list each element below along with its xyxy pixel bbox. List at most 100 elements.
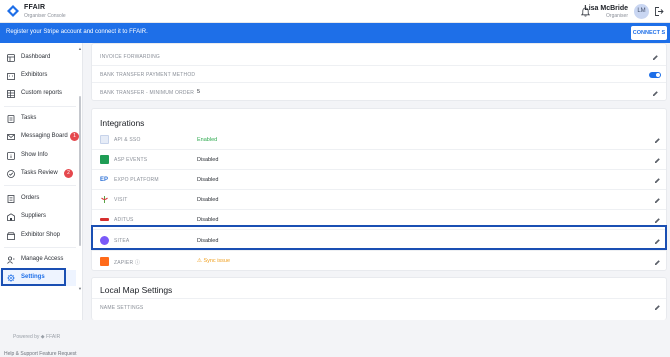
sidebar-scrollbar[interactable]: ▲ ▼	[78, 46, 82, 292]
sidebar-item-label: Manage Access	[21, 256, 64, 262]
sidebar-item-label: Messaging Board	[21, 133, 68, 139]
integration-name: ZAPIER ⓘ	[114, 260, 141, 266]
setting-label: INVOICE FORWARDING	[100, 54, 160, 60]
pencil-icon[interactable]	[654, 157, 661, 164]
divider	[4, 185, 76, 186]
integration-row-zapier[interactable]: ZAPIER ⓘ ⚠ Sync issue	[92, 251, 666, 272]
setting-label: BANK TRANSFER PAYMENT METHOD	[100, 72, 196, 78]
sidebar-item-label: Exhibitor Shop	[21, 232, 61, 238]
ffair-logo-icon[interactable]	[6, 4, 20, 18]
sidebar-item-label: Tasks Review	[21, 170, 58, 176]
sidebar-item-dashboard[interactable]: Dashboard	[0, 50, 76, 66]
suppliers-icon	[7, 213, 15, 221]
logout-icon[interactable]	[654, 6, 664, 17]
pencil-icon[interactable]	[654, 137, 661, 144]
sidebar-item-messaging-board[interactable]: Messaging Board 1	[0, 129, 79, 145]
zapier-icon	[100, 257, 109, 266]
integration-name: API & SSO	[114, 137, 141, 143]
sidebar-item-label: Tasks	[21, 115, 37, 121]
setting-row[interactable]: BANK TRANSFER PAYMENT METHOD	[92, 66, 666, 83]
asp-events-icon	[100, 155, 109, 164]
integration-status: ⚠ Sync issue	[197, 258, 231, 264]
settings-highlight-box	[1, 268, 66, 286]
setting-label: BANK TRANSFER - MINIMUM ORDER	[100, 90, 195, 96]
pencil-icon[interactable]	[654, 217, 661, 224]
aditus-icon	[100, 218, 109, 221]
orders-icon	[7, 195, 15, 203]
tasks-icon	[7, 115, 15, 123]
user-key-icon	[7, 256, 15, 264]
integration-status: Disabled	[197, 177, 219, 183]
sidebar-item-show-info[interactable]: Show Info	[0, 148, 76, 164]
integration-name: EXPO PLATFORM	[114, 177, 159, 183]
integration-row-api-sso[interactable]: API & SSO Enabled	[92, 130, 666, 150]
local-map-title: Local Map Settings	[100, 285, 173, 295]
dashboard-icon	[7, 54, 15, 62]
setting-row[interactable]: INVOICE FORWARDING	[92, 44, 666, 66]
banner-text: Register your Stripe account and connect…	[6, 29, 148, 35]
sidebar-item-tasks[interactable]: Tasks	[0, 111, 76, 127]
sidebar-item-suppliers[interactable]: Suppliers	[0, 209, 76, 225]
pencil-icon[interactable]	[652, 90, 659, 97]
integration-name: ADITUS	[114, 217, 134, 223]
avatar[interactable]: LM	[634, 4, 649, 19]
setting-value: 5	[197, 89, 201, 95]
integration-status: Enabled	[197, 137, 218, 143]
integration-status: Disabled	[197, 157, 219, 163]
sidebar-item-label: Exhibitors	[21, 72, 48, 78]
mail-icon	[7, 134, 15, 140]
integration-name: ASP EVENTS	[114, 157, 148, 163]
integration-row-expo-platform[interactable]: EP EXPO PLATFORM Disabled	[92, 170, 666, 190]
info-icon	[7, 152, 15, 160]
integration-status: Disabled	[197, 197, 219, 203]
divider	[4, 106, 76, 107]
footer-links[interactable]: Help & Support Feature Request	[4, 351, 77, 357]
sidebar-item-manage-access[interactable]: Manage Access	[0, 252, 76, 268]
connect-stripe-button[interactable]: CONNECT S	[631, 26, 667, 40]
sidebar-item-exhibitor-shop[interactable]: Exhibitor Shop	[0, 228, 76, 244]
sidebar-item-label: Suppliers	[21, 213, 47, 219]
sidebar-item-label: Orders	[21, 195, 40, 201]
pencil-icon[interactable]	[654, 177, 661, 184]
pencil-icon[interactable]	[654, 197, 661, 204]
stripe-banner: Register your Stripe account and connect…	[0, 23, 670, 43]
api-sso-icon	[100, 135, 109, 144]
setting-label: NAME SETTINGS	[100, 305, 144, 311]
sidebar-item-custom-reports[interactable]: Custom reports	[0, 86, 76, 102]
integration-row-visit[interactable]: VISIT Disabled	[92, 190, 666, 210]
user-name[interactable]: Lisa McBride	[584, 5, 628, 12]
sidebar-item-tasks-review[interactable]: Tasks Review 2	[0, 166, 76, 182]
brand-subtitle: Organiser Console	[24, 13, 66, 19]
payments-card: INVOICE FORWARDING BANK TRANSFER PAYMENT…	[91, 43, 667, 101]
integration-status: Disabled	[197, 217, 219, 223]
check-circle-icon	[7, 170, 15, 178]
divider	[4, 247, 76, 248]
building-icon	[7, 73, 15, 80]
pencil-icon[interactable]	[654, 304, 661, 311]
powered-by: Powered by ◆ FFAIR	[13, 334, 61, 340]
visit-icon	[101, 196, 108, 203]
integration-name: VISIT	[114, 197, 128, 203]
top-bar: FFAIR Organiser Console Lisa McBride Org…	[0, 0, 670, 23]
bank-transfer-toggle[interactable]	[649, 72, 661, 78]
local-map-card: Local Map Settings NAME SETTINGS	[91, 277, 667, 320]
scroll-up-icon[interactable]: ▲	[78, 46, 82, 51]
scroll-down-icon[interactable]: ▼	[78, 286, 82, 291]
sidebar-item-label: Custom reports	[21, 90, 63, 96]
sitea-highlight-box	[91, 225, 667, 250]
sidebar-item-orders[interactable]: Orders	[0, 191, 76, 207]
scroll-thumb[interactable]	[79, 96, 81, 246]
user-role: Organiser	[606, 13, 628, 19]
expo-platform-icon: EP	[100, 177, 109, 183]
pencil-icon[interactable]	[654, 259, 661, 266]
brand-name: FFAIR	[24, 4, 46, 11]
integration-row-asp-events[interactable]: ASP EVENTS Disabled	[92, 150, 666, 170]
sidebar-item-label: Dashboard	[21, 54, 51, 60]
report-icon	[7, 90, 15, 98]
sidebar-item-exhibitors[interactable]: Exhibitors	[0, 68, 76, 84]
integrations-title: Integrations	[100, 118, 145, 128]
pencil-icon[interactable]	[652, 54, 659, 61]
setting-row[interactable]: NAME SETTINGS	[92, 298, 666, 321]
setting-row[interactable]: BANK TRANSFER - MINIMUM ORDER 5	[92, 83, 666, 102]
shop-icon	[7, 232, 15, 240]
